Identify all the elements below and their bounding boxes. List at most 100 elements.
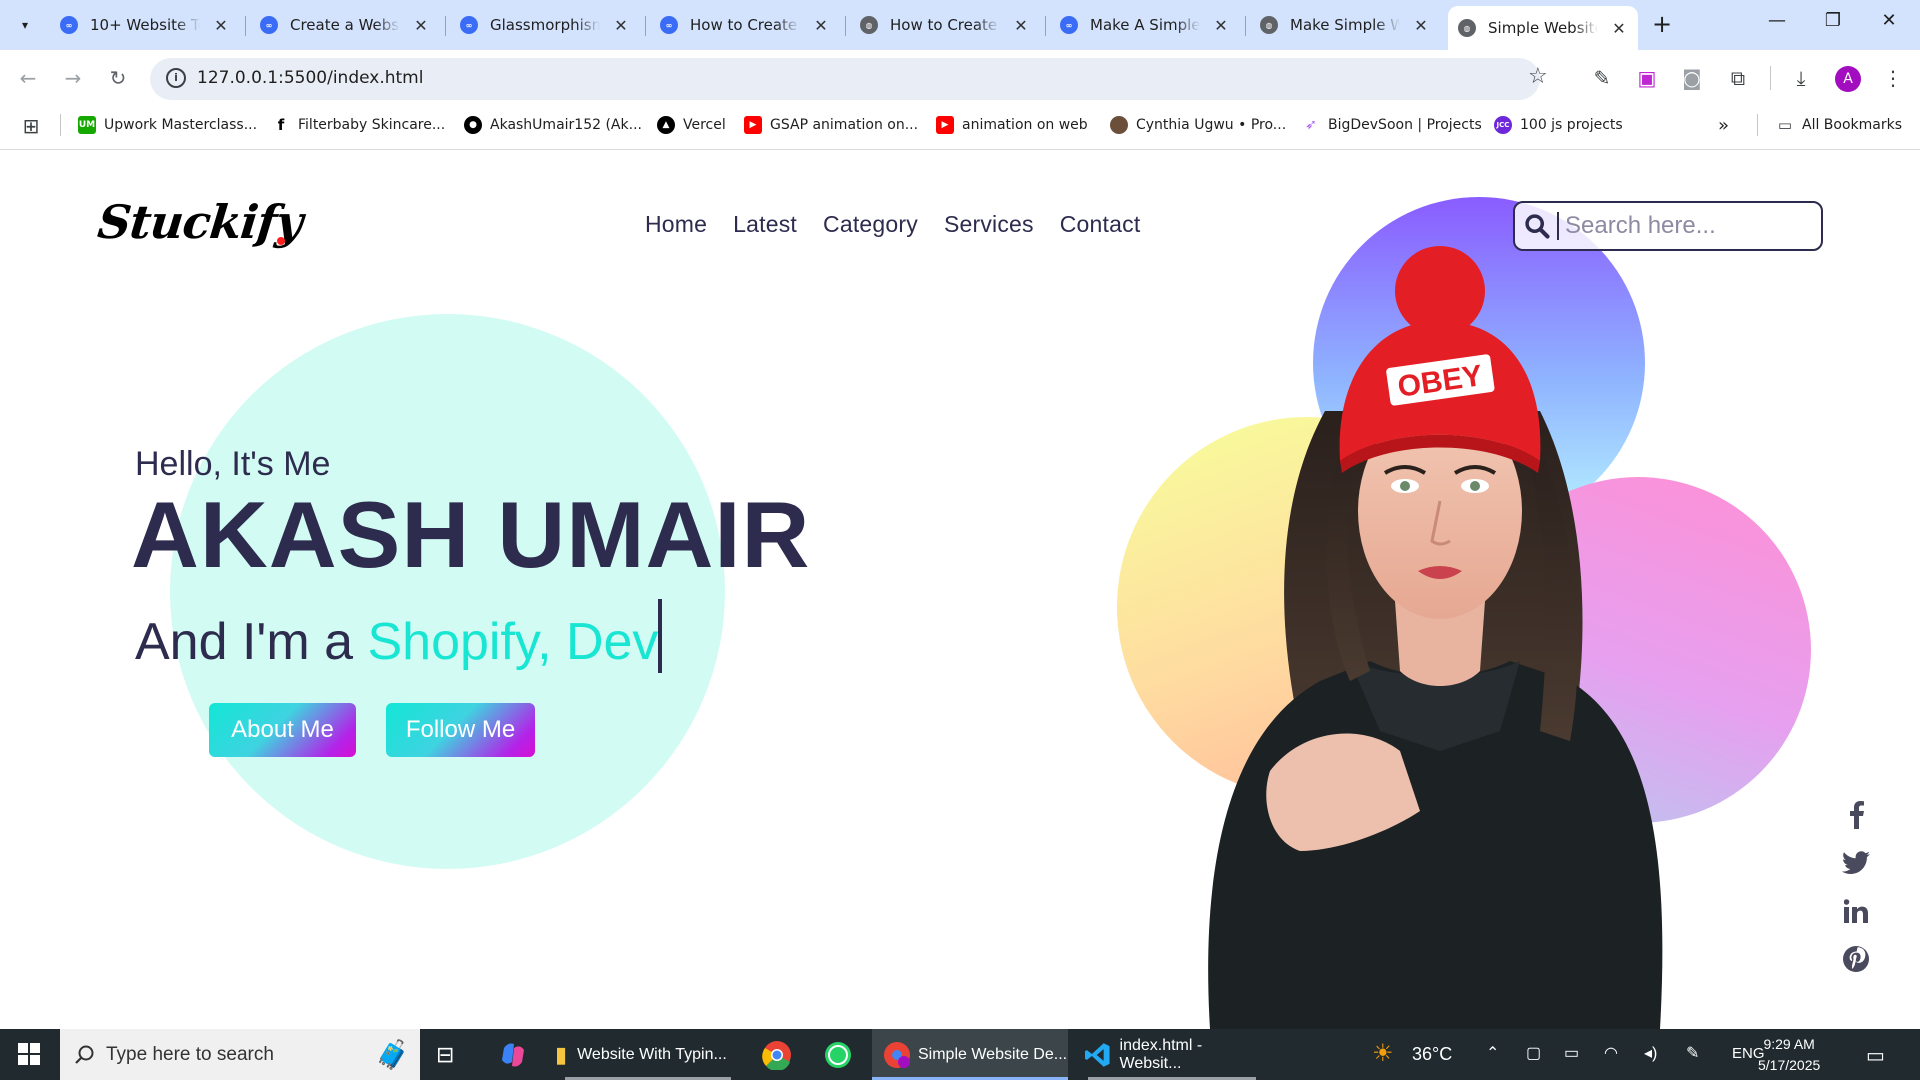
tab-6[interactable]: ∞ Make A Simple Website ✕ bbox=[1050, 8, 1240, 42]
tab-2[interactable]: ∞ Create a Website ✕ bbox=[250, 8, 440, 42]
jcc-icon: JCC bbox=[1494, 116, 1512, 134]
extensions-puzzle-icon[interactable]: ⧉ bbox=[1725, 66, 1751, 90]
bookmark-item[interactable]: ▶ GSAP animation on... bbox=[744, 114, 918, 136]
nav-category[interactable]: Category bbox=[823, 211, 918, 238]
task-vscode[interactable]: index.html - Websit... bbox=[1078, 1029, 1266, 1080]
copilot-icon: ∞ bbox=[460, 16, 478, 34]
minimize-icon[interactable]: — bbox=[1757, 10, 1797, 31]
weather-temp[interactable]: 36°C bbox=[1412, 1044, 1452, 1065]
bookmark-label: Upwork Masterclass... bbox=[104, 117, 258, 133]
volume-icon[interactable]: ◂) bbox=[1644, 1043, 1657, 1063]
tab-8-active[interactable]: ◍ Simple Website Design ✕ bbox=[1448, 6, 1638, 50]
search-input[interactable] bbox=[1557, 212, 1807, 240]
bookmark-item[interactable]: f Filterbaby Skincare... bbox=[272, 114, 445, 136]
search-box[interactable] bbox=[1513, 201, 1823, 251]
follow-me-button[interactable]: Follow Me bbox=[386, 703, 535, 757]
camera-extension-icon[interactable]: ◙ bbox=[1679, 66, 1705, 90]
new-tab-button[interactable]: + bbox=[1652, 10, 1672, 38]
meet-icon[interactable]: ▢ bbox=[1526, 1043, 1541, 1063]
bookmark-label: BigDevSoon | Projects bbox=[1328, 117, 1482, 133]
address-bar-url[interactable]: 127.0.0.1:5500/index.html bbox=[197, 68, 423, 88]
linkedin-icon[interactable] bbox=[1840, 895, 1872, 927]
nav-contact[interactable]: Contact bbox=[1060, 211, 1141, 238]
hero-name: AKASH UMAIR bbox=[131, 482, 811, 587]
restore-icon[interactable]: ❐ bbox=[1813, 10, 1853, 31]
twitter-icon[interactable] bbox=[1840, 847, 1872, 879]
notifications-icon[interactable]: ▭ bbox=[1866, 1043, 1885, 1068]
task-chrome[interactable] bbox=[762, 1029, 792, 1080]
whatsapp-icon bbox=[825, 1041, 851, 1068]
site-info-icon[interactable]: i bbox=[166, 68, 186, 88]
tab-7[interactable]: ◍ Make Simple Website ✕ bbox=[1250, 8, 1440, 42]
close-icon[interactable]: ✕ bbox=[412, 16, 430, 35]
bookmark-item[interactable]: UM Upwork Masterclass... bbox=[78, 114, 257, 136]
back-icon[interactable]: ← bbox=[14, 66, 42, 90]
copilot-icon bbox=[502, 1043, 524, 1066]
task-whatsapp[interactable] bbox=[823, 1029, 853, 1080]
bookmark-label: AkashUmair152 (Ak... bbox=[490, 117, 642, 133]
taskbar-clock[interactable]: 9:29 AM 5/17/2025 bbox=[1758, 1034, 1820, 1076]
typing-caret bbox=[658, 599, 663, 673]
battery-icon[interactable]: ▭ bbox=[1564, 1043, 1579, 1063]
close-icon[interactable]: ✕ bbox=[1212, 16, 1230, 35]
nav-services[interactable]: Services bbox=[944, 211, 1034, 238]
profile-avatar[interactable]: A bbox=[1835, 66, 1861, 92]
forward-icon[interactable]: → bbox=[59, 66, 87, 90]
tab-divider bbox=[1245, 16, 1246, 36]
bookmark-item[interactable]: ▲ Vercel bbox=[657, 114, 726, 136]
apps-grid-icon[interactable]: ⊞ bbox=[18, 114, 44, 138]
tab-title: Simple Website Design bbox=[1488, 19, 1598, 37]
main-nav: Home Latest Category Services Contact bbox=[645, 211, 1140, 238]
facebook-icon[interactable] bbox=[1840, 799, 1872, 831]
search-icon[interactable] bbox=[1523, 212, 1551, 240]
tab-1[interactable]: ∞ 10+ Website Templates ✕ bbox=[50, 8, 240, 42]
tab-5[interactable]: ◍ How to Create A ✕ bbox=[850, 8, 1040, 42]
all-bookmarks-button[interactable]: ▭ All Bookmarks bbox=[1776, 114, 1902, 136]
tab-4[interactable]: ∞ How to Create a ✕ bbox=[650, 8, 840, 42]
tab-search-button[interactable]: ▾ bbox=[10, 10, 40, 40]
copilot-icon: ∞ bbox=[260, 16, 278, 34]
copilot-app[interactable] bbox=[498, 1029, 528, 1080]
hero-background-circle bbox=[170, 314, 725, 869]
nav-latest[interactable]: Latest bbox=[733, 211, 797, 238]
wifi-icon[interactable]: ◠ bbox=[1604, 1043, 1618, 1063]
bookmark-item[interactable]: JCC 100 js projects bbox=[1494, 114, 1623, 136]
close-icon[interactable]: ✕ bbox=[612, 16, 630, 35]
tab-3[interactable]: ∞ Glassmorphism Website ✕ bbox=[450, 8, 640, 42]
close-window-icon[interactable]: ✕ bbox=[1869, 10, 1909, 31]
task-file-explorer[interactable]: ▮ Website With Typin... bbox=[555, 1029, 741, 1080]
filterbaby-icon: f bbox=[272, 116, 290, 134]
site-logo[interactable]: Stuckify bbox=[95, 195, 304, 249]
extension-icon[interactable]: ▣ bbox=[1634, 66, 1660, 90]
taskbar-search[interactable]: Type here to search 🧳 bbox=[60, 1029, 420, 1080]
close-icon[interactable]: ✕ bbox=[1412, 16, 1430, 35]
reload-icon[interactable]: ↻ bbox=[104, 66, 132, 90]
close-icon[interactable]: ✕ bbox=[1012, 16, 1030, 35]
clock-date: 5/17/2025 bbox=[1758, 1057, 1821, 1073]
close-icon[interactable]: ✕ bbox=[212, 16, 230, 35]
bookmark-star-icon[interactable]: ☆ bbox=[1528, 64, 1548, 89]
vscode-icon bbox=[1084, 1042, 1110, 1067]
windows-start-icon[interactable] bbox=[18, 1043, 40, 1065]
show-hidden-icons[interactable]: ⌃ bbox=[1486, 1043, 1499, 1063]
nav-home[interactable]: Home bbox=[645, 211, 707, 238]
um-icon: UM bbox=[78, 116, 96, 134]
download-icon[interactable]: ⤓ bbox=[1788, 66, 1814, 90]
bookmark-item[interactable]: Cynthia Ugwu • Pro... bbox=[1110, 114, 1286, 136]
close-icon[interactable]: ✕ bbox=[812, 16, 830, 35]
more-bookmarks-icon[interactable]: » bbox=[1718, 114, 1729, 136]
close-icon[interactable]: ✕ bbox=[1610, 19, 1628, 38]
bookmark-item[interactable]: ▶ animation on web bbox=[936, 114, 1088, 136]
task-chrome-profile[interactable]: Simple Website De... bbox=[872, 1029, 1068, 1080]
pen-icon[interactable]: ✎ bbox=[1686, 1043, 1699, 1063]
pinterest-icon[interactable] bbox=[1840, 943, 1872, 975]
travel-widget-icon: 🧳 bbox=[375, 1038, 410, 1071]
bookmark-label: Cynthia Ugwu • Pro... bbox=[1136, 117, 1287, 133]
eyedropper-extension-icon[interactable]: ✎ bbox=[1589, 66, 1615, 90]
windows-taskbar: Type here to search 🧳 ⊟ ▮ Website With T… bbox=[0, 1029, 1920, 1080]
about-me-button[interactable]: About Me bbox=[209, 703, 356, 757]
bookmark-item[interactable]: ➶ BigDevSoon | Projects bbox=[1302, 114, 1482, 136]
chrome-menu-icon[interactable]: ⋮ bbox=[1880, 66, 1906, 90]
task-view-icon[interactable]: ⊟ bbox=[436, 1029, 454, 1080]
bookmark-item[interactable]: ● AkashUmair152 (Ak... bbox=[464, 114, 642, 136]
